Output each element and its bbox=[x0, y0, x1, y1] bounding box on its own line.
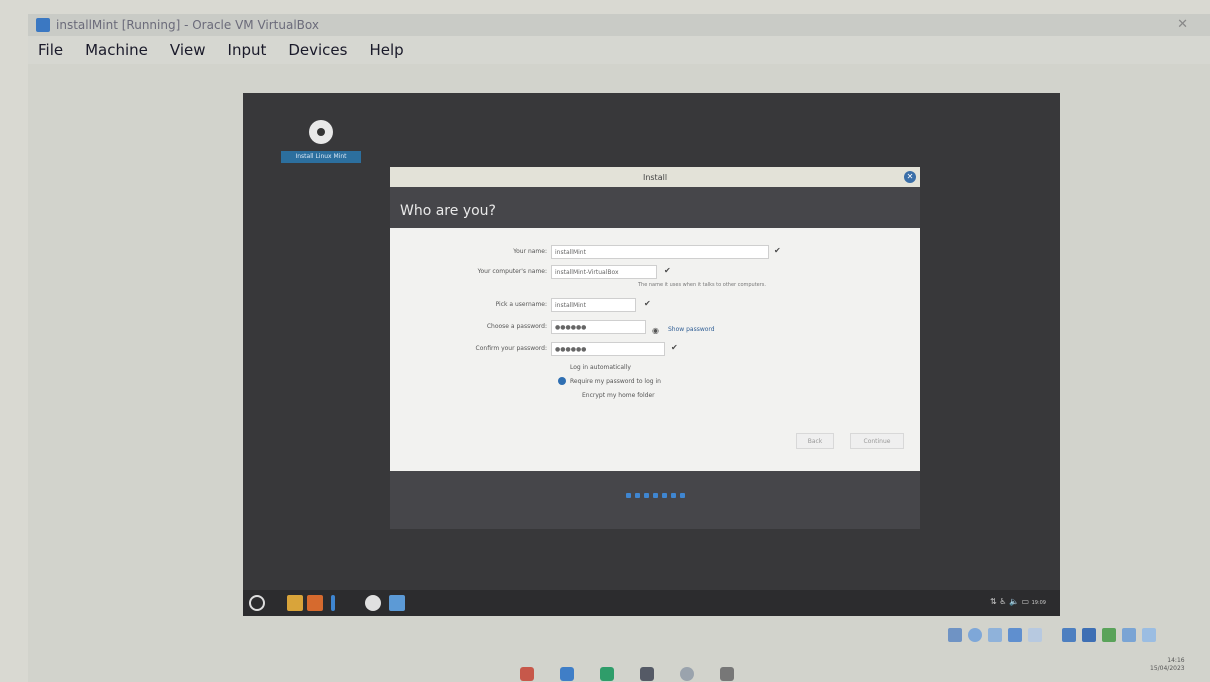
username-field[interactable]: installMint bbox=[551, 298, 636, 312]
radio-selected-icon[interactable] bbox=[558, 377, 566, 385]
form-row-computer-name: Your computer's name: installMint-Virtua… bbox=[390, 265, 920, 281]
check-icon: ✔ bbox=[671, 343, 678, 352]
check-icon: ✔ bbox=[664, 266, 671, 275]
host-taskbar-apps bbox=[520, 667, 734, 681]
eye-icon[interactable]: ◉ bbox=[652, 326, 659, 335]
password-label: Choose a password: bbox=[486, 323, 547, 330]
form-row-name: Your name: installMint ✔ bbox=[390, 245, 920, 261]
install-disc-icon[interactable] bbox=[365, 595, 381, 611]
optical-drive-icon[interactable] bbox=[968, 628, 982, 642]
show-password-toggle[interactable]: Show password bbox=[668, 326, 715, 333]
require-password-option[interactable]: Require my password to log in bbox=[570, 378, 661, 385]
hard-disk-icon[interactable] bbox=[948, 628, 962, 642]
installer-titlebar: Install ✕ bbox=[390, 167, 920, 187]
guest-clock[interactable]: 19:09 bbox=[1032, 600, 1046, 606]
page-title: Who are you? bbox=[400, 203, 496, 219]
close-icon[interactable]: ✕ bbox=[904, 171, 916, 183]
network-icon[interactable] bbox=[1008, 628, 1022, 642]
window-title: installMint [Running] - Oracle VM Virtua… bbox=[56, 18, 319, 32]
check-icon: ✔ bbox=[644, 299, 651, 308]
login-automatically-option[interactable]: Log in automatically bbox=[570, 364, 631, 371]
desktop-icon-label[interactable]: Install Linux Mint bbox=[281, 151, 361, 163]
cpu-icon[interactable] bbox=[1122, 628, 1136, 642]
network-icon[interactable]: ⇅ bbox=[990, 597, 997, 606]
menu-view[interactable]: View bbox=[170, 41, 206, 59]
form-row-confirm-password: Confirm your password: ●●●●●● ✔ bbox=[390, 342, 920, 358]
volume-icon[interactable]: 🔈 bbox=[1009, 597, 1019, 606]
install-disc-icon[interactable] bbox=[309, 120, 333, 144]
guest-screen: Install Linux Mint Install ✕ Who are you… bbox=[243, 93, 1060, 616]
usb-icon[interactable] bbox=[1028, 628, 1042, 642]
software-manager-icon[interactable] bbox=[307, 595, 323, 611]
system-tray: ⇅ ♿ 🔈 ▭ 19:09 bbox=[990, 597, 1046, 606]
confirm-password-field[interactable]: ●●●●●● bbox=[551, 342, 665, 356]
progress-dot bbox=[670, 493, 676, 498]
check-icon: ✔ bbox=[774, 246, 781, 255]
display-icon[interactable] bbox=[1082, 628, 1096, 642]
computer-name-hint: The name it uses when it talks to other … bbox=[638, 282, 767, 288]
menu-input[interactable]: Input bbox=[228, 41, 267, 59]
recording-icon[interactable] bbox=[1102, 628, 1116, 642]
progress-dot bbox=[679, 493, 685, 498]
progress-dot bbox=[643, 493, 649, 498]
app-icon[interactable] bbox=[720, 667, 734, 681]
menu-devices[interactable]: Devices bbox=[288, 41, 347, 59]
folder-icon[interactable] bbox=[287, 595, 303, 611]
app-icon[interactable] bbox=[560, 667, 574, 681]
accessibility-icon[interactable]: ♿ bbox=[999, 597, 1006, 606]
encrypt-home-option[interactable]: Encrypt my home folder bbox=[582, 392, 655, 399]
app-icon[interactable] bbox=[640, 667, 654, 681]
password-field[interactable]: ●●●●●● bbox=[551, 320, 646, 334]
host-clock-time: 14:16 bbox=[1167, 657, 1185, 664]
audio-icon[interactable] bbox=[988, 628, 1002, 642]
close-icon[interactable]: ✕ bbox=[1177, 17, 1188, 32]
virtualbox-titlebar: installMint [Running] - Oracle VM Virtua… bbox=[28, 14, 1210, 36]
app-icon[interactable] bbox=[600, 667, 614, 681]
progress-dot bbox=[652, 493, 658, 498]
shared-folders-icon[interactable] bbox=[1062, 628, 1076, 642]
name-field[interactable]: installMint bbox=[551, 245, 769, 259]
terminal-icon[interactable] bbox=[389, 595, 405, 611]
user-form: Your name: installMint ✔ Your computer's… bbox=[390, 228, 920, 471]
continue-button[interactable]: Continue bbox=[850, 433, 904, 449]
installer-title: Install bbox=[642, 172, 668, 182]
separator-icon bbox=[331, 595, 335, 611]
mint-menu-icon[interactable] bbox=[249, 595, 265, 611]
progress-dot bbox=[634, 493, 640, 498]
virtualbox-app-icon bbox=[36, 18, 50, 32]
battery-icon[interactable]: ▭ bbox=[1021, 597, 1029, 606]
host-clock-date: 15/04/2023 bbox=[1150, 665, 1185, 672]
progress-dots bbox=[390, 493, 920, 498]
host-clock[interactable]: 14:16 15/04/2023 bbox=[1150, 657, 1185, 673]
computer-name-field[interactable]: installMint-VirtualBox bbox=[551, 265, 657, 279]
installer-window: Install ✕ Who are you? Your name: instal… bbox=[390, 167, 920, 529]
app-icon[interactable] bbox=[680, 667, 694, 681]
back-button[interactable]: Back bbox=[796, 433, 834, 449]
progress-dot bbox=[661, 493, 667, 498]
menu-help[interactable]: Help bbox=[369, 41, 403, 59]
form-row-username: Pick a username: installMint ✔ bbox=[390, 298, 920, 314]
virtualbox-menubar: File Machine View Input Devices Help bbox=[28, 36, 1210, 64]
guest-panel: ⇅ ♿ 🔈 ▭ 19:09 bbox=[243, 590, 1060, 616]
name-label: Your name: bbox=[513, 248, 547, 255]
menu-file[interactable]: File bbox=[38, 41, 63, 59]
virtualbox-status-icons bbox=[948, 628, 1156, 642]
confirm-password-label: Confirm your password: bbox=[475, 345, 547, 352]
progress-dot bbox=[625, 493, 631, 498]
menu-machine[interactable]: Machine bbox=[85, 41, 148, 59]
username-label: Pick a username: bbox=[495, 301, 547, 308]
app-icon[interactable] bbox=[520, 667, 534, 681]
computer-name-label: Your computer's name: bbox=[477, 268, 547, 275]
mouse-integration-icon[interactable] bbox=[1142, 628, 1156, 642]
